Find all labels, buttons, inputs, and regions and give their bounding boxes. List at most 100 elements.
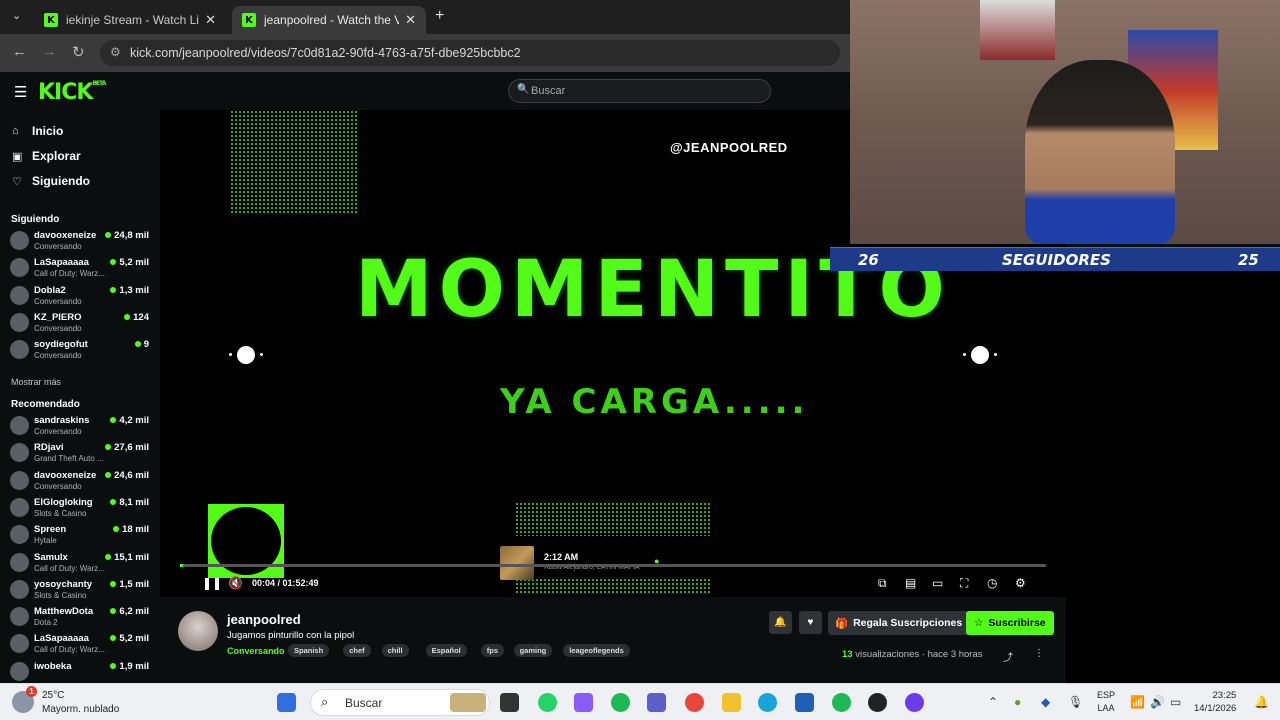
language-indicator[interactable]: ESP LAA [1097,689,1115,715]
tab-iekinje[interactable]: K iekinje Stream - Watch Live on Kick ✕ [34,6,226,34]
close-icon[interactable]: ✕ [205,12,216,28]
sidebar-channel[interactable]: yosoychanty Slots & Casino 1,5 mil [10,577,155,603]
right-orb-decoration [971,346,989,364]
channel-category: Dota 2 [34,618,58,628]
video-progress-bar[interactable] [180,564,1046,567]
weather-temp: 25°C [42,690,65,701]
address-bar[interactable]: ⚙ kick.com/jeanpoolred/videos/7c0d81a2-9… [100,40,840,66]
volume-icon[interactable]: 🔊 [1150,695,1165,709]
fullscreen-icon[interactable]: ⛶ [960,576,968,591]
new-tab-button[interactable]: + [435,7,444,25]
chat-panel-area [1066,271,1280,683]
tag-chip[interactable]: leageoflegends [563,644,630,657]
settings-gear-icon[interactable]: ⚙ [1015,576,1026,590]
mute-icon[interactable]: 🔇 [228,576,243,590]
notification-bell-button[interactable]: 🔔 [769,611,792,634]
sidebar-channel[interactable]: MatthewDota Dota 2 6,2 mil [10,604,155,630]
sidebar-channel[interactable]: davooxeneize Conversando 24,8 mil [10,228,155,254]
site-info-icon[interactable]: ⚙ [110,45,121,59]
subscribe-button[interactable]: ☆ Suscribirse [966,611,1054,635]
menu-icon[interactable]: ☰ [14,83,27,101]
tab-jeanpoolred[interactable]: K jeanpoolred - Watch the VOD on Kick ✕ [232,6,426,34]
tab-list-button[interactable]: ⌄ [12,9,21,22]
pause-icon[interactable]: ❚❚ [202,576,222,590]
sidebar-item-siguiendo[interactable]: ♡ Siguiendo [12,174,90,188]
share-icon[interactable]: ⤴ [1003,649,1013,664]
tag-chip[interactable]: chill [381,644,409,657]
tray-app-icon[interactable]: ● [1014,695,1021,709]
weather-widget[interactable]: 1 25°C Mayorm. nublado [12,686,142,718]
more-options-icon[interactable]: ⋮ [1034,648,1044,659]
category-link[interactable]: Conversando [227,646,285,656]
tag-chip[interactable]: gaming [513,644,553,657]
sidebar-channel[interactable]: LaSapaaaaa Call of Duty: Warz... 5,2 mil [10,255,155,281]
follow-heart-button[interactable]: ♥ [799,611,822,634]
channel-name: Spreen [34,524,67,536]
viewer-count-value: 4,2 mil [119,415,149,426]
tag-chip[interactable]: Español [425,644,467,657]
sidebar-channel[interactable]: davooxeneize Conversando 24,6 mil [10,468,155,494]
store-icon[interactable] [795,693,814,712]
windows-start-icon[interactable] [277,693,296,712]
followers-label: SEGUIDORES [1002,251,1111,269]
battery-icon[interactable]: ▭ [1170,695,1181,709]
tray-app-icon[interactable]: ◆ [1041,695,1050,709]
wifi-icon[interactable]: 📶 [1130,695,1145,709]
tag-chip[interactable]: fps [480,644,505,657]
sidebar-channel[interactable]: iwobeka 1,9 mil [10,659,155,685]
system-clock[interactable]: 23:25 14/1/2026 [1194,689,1236,715]
viewer-count-value: 6,2 mil [119,606,149,618]
sidebar-item-inicio[interactable]: ⌂ Inicio [12,124,63,138]
chrome-icon[interactable] [685,693,704,712]
viewer-count: 1,9 mil [110,661,149,672]
forward-icon[interactable]: → [42,43,57,60]
tag-chip[interactable]: Spanish [288,644,330,657]
channel-name: Samulx [34,551,68,563]
gift-subs-button[interactable]: 🎁 Regala Suscripciones [828,611,970,635]
sidebar-channel[interactable]: sandraskins Conversando 4,2 mil [10,413,155,439]
spotify-icon[interactable] [611,693,630,712]
chevron-up-icon[interactable]: ⌃ [988,695,998,709]
file-explorer-icon[interactable] [722,693,741,712]
sidebar-channel[interactable]: ElGlogloking Slots & Casino 8,1 mil [10,495,155,521]
search-input[interactable]: 🔍 Buscar [508,79,771,103]
sidebar-channel[interactable]: Samulx Call of Duty: Warz... 15,1 mil [10,550,155,576]
sidebar-channel[interactable]: LaSapaaaaa Call of Duty: Warz... 5,2 mil [10,631,155,657]
avatar[interactable] [178,611,218,651]
close-icon[interactable]: ✕ [405,12,416,28]
back-icon[interactable]: ← [12,43,27,60]
microphone-icon[interactable]: 🎙 [1068,695,1083,709]
teams-icon[interactable] [647,693,666,712]
sidebar-channel[interactable]: KZ_PIERO Conversando 124 [10,310,155,336]
miniplayer-icon[interactable]: ⧉ [878,576,887,591]
kick-logo[interactable]: KICKBETA [38,80,106,105]
whatsapp-icon[interactable] [538,693,557,712]
search-icon: 🔍 [517,84,530,95]
sidebar-item-explorar[interactable]: ▣ Explorar [12,149,81,163]
orb-dot [229,353,232,356]
show-more-link[interactable]: Mostrar más [11,377,61,387]
channel-category: Conversando [34,481,82,491]
app-icon[interactable] [905,693,924,712]
app-icon[interactable] [868,693,887,712]
viewer-count: 24,8 mil [105,230,149,241]
sidebar-channel[interactable]: Spreen Hytale 18 mil [10,522,155,548]
avatar [10,231,29,250]
reload-icon[interactable]: ↻ [72,43,85,61]
edge-icon[interactable] [758,693,777,712]
sidebar-channel[interactable]: soydiegofut Conversando 9 [10,337,155,363]
copilot-icon[interactable] [574,693,593,712]
channel-category: Conversando [34,242,82,251]
sidebar-channel[interactable]: Dobla2 Conversando 1,3 mil [10,283,155,309]
spotify-icon[interactable] [832,693,851,712]
sidebar-channel[interactable]: RDjavi Grand Theft Auto ... 27,6 mil [10,440,155,466]
live-dot-icon [105,444,112,451]
notifications-icon[interactable]: 🔔 [1254,695,1269,709]
avatar [10,470,29,490]
theater-mode-icon[interactable]: ▭ [932,576,943,590]
clip-icon[interactable]: ▤ [905,576,916,590]
task-view-icon[interactable] [500,693,519,712]
tag-chip[interactable]: chef [343,644,371,657]
speed-icon[interactable]: ◷ [987,576,997,590]
streamer-name[interactable]: jeanpoolred [227,612,301,627]
